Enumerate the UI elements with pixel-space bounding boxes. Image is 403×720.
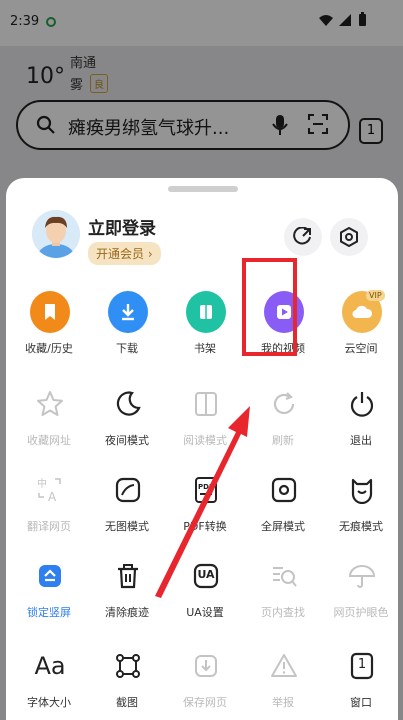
window-count: 1 xyxy=(357,657,367,672)
refresh-icon xyxy=(264,384,304,424)
menu-item-save-page[interactable]: 保存网页 xyxy=(166,646,244,720)
pdf-icon: PDF xyxy=(186,470,226,510)
translate-icon: 中A xyxy=(30,470,70,510)
menu-item-cloud-space[interactable]: VIP 云空间 xyxy=(322,290,400,372)
read-mode-icon xyxy=(186,384,226,424)
sheet-handle[interactable] xyxy=(168,186,238,192)
menu-item-read-mode[interactable]: 阅读模式 xyxy=(166,384,244,464)
bookshelf-icon xyxy=(186,291,226,333)
lock-portrait-icon xyxy=(30,556,70,596)
fullscreen-icon xyxy=(264,470,304,510)
menu-item-lock-portrait[interactable]: 锁定竖屏 xyxy=(10,556,88,636)
star-icon xyxy=(30,384,70,424)
font-size-icon: Aa xyxy=(30,646,70,686)
incognito-icon xyxy=(342,470,382,510)
menu-item-fullscreen[interactable]: 全屏模式 xyxy=(244,470,322,550)
ua-icon: UA xyxy=(186,556,226,596)
settings-button[interactable] xyxy=(330,218,368,256)
gear-icon xyxy=(340,227,358,247)
share-icon xyxy=(293,227,311,245)
vip-badge: VIP xyxy=(366,290,385,301)
menu-item-report[interactable]: 举报 xyxy=(244,646,322,720)
menu-item-favorite-url[interactable]: 收藏网址 xyxy=(10,384,88,464)
open-vip-button[interactable]: 开通会员 › xyxy=(88,242,161,265)
no-image-icon xyxy=(108,470,148,510)
save-page-icon xyxy=(186,646,226,686)
window-icon: 1 xyxy=(342,646,382,686)
menu-item-my-videos[interactable]: 我的视频 xyxy=(244,291,322,372)
svg-text:中: 中 xyxy=(37,477,47,490)
menu-item-eye-protection[interactable]: 网页护眼色 xyxy=(322,556,400,636)
find-in-page-icon xyxy=(264,556,304,596)
menu-item-window[interactable]: 1 窗口 xyxy=(322,646,400,720)
umbrella-icon xyxy=(342,556,382,596)
download-icon xyxy=(108,291,148,333)
ua-icon-text: UA xyxy=(197,568,215,581)
menu-item-translate[interactable]: 中A 翻译网页 xyxy=(10,470,88,550)
menu-item-refresh[interactable]: 刷新 xyxy=(244,384,322,464)
moon-icon xyxy=(108,384,148,424)
login-link[interactable]: 立即登录 xyxy=(88,214,156,239)
report-icon xyxy=(264,646,304,686)
font-size-icon-text: Aa xyxy=(34,652,66,680)
menu-item-no-image[interactable]: 无图模式 xyxy=(88,470,166,550)
screenshot-icon xyxy=(108,646,148,686)
menu-item-incognito[interactable]: 无痕模式 xyxy=(322,470,400,550)
menu-item-night-mode[interactable]: 夜间模式 xyxy=(88,384,166,464)
menu-item-pdf-convert[interactable]: PDF PDF转换 xyxy=(166,470,244,550)
menu-item-font-size[interactable]: Aa 字体大小 xyxy=(10,646,88,720)
svg-text:A: A xyxy=(48,490,57,504)
menu-item-ua-settings[interactable]: UA UA设置 xyxy=(166,556,244,636)
menu-item-clear-traces[interactable]: 清除痕迹 xyxy=(88,556,166,636)
menu-item-screenshot[interactable]: 截图 xyxy=(88,646,166,720)
user-avatar-icon xyxy=(32,210,80,258)
video-play-icon xyxy=(264,291,304,333)
bookmark-icon xyxy=(30,291,70,333)
avatar[interactable] xyxy=(32,210,80,258)
svg-text:PDF: PDF xyxy=(198,483,214,491)
share-button[interactable] xyxy=(284,218,322,256)
power-icon xyxy=(342,384,382,424)
menu-item-find-in-page[interactable]: 页内查找 xyxy=(244,556,322,636)
menu-item-exit[interactable]: 退出 xyxy=(322,384,400,464)
menu-item-download[interactable]: 下载 xyxy=(88,291,166,372)
menu-sheet: 立即登录 开通会员 › 收藏/历史 下载 书架 我的视频 VIP 云空间 收藏网… xyxy=(6,178,398,720)
trash-icon xyxy=(108,556,148,596)
menu-item-bookshelf[interactable]: 书架 xyxy=(166,291,244,372)
menu-item-bookmarks-history[interactable]: 收藏/历史 xyxy=(10,291,88,372)
